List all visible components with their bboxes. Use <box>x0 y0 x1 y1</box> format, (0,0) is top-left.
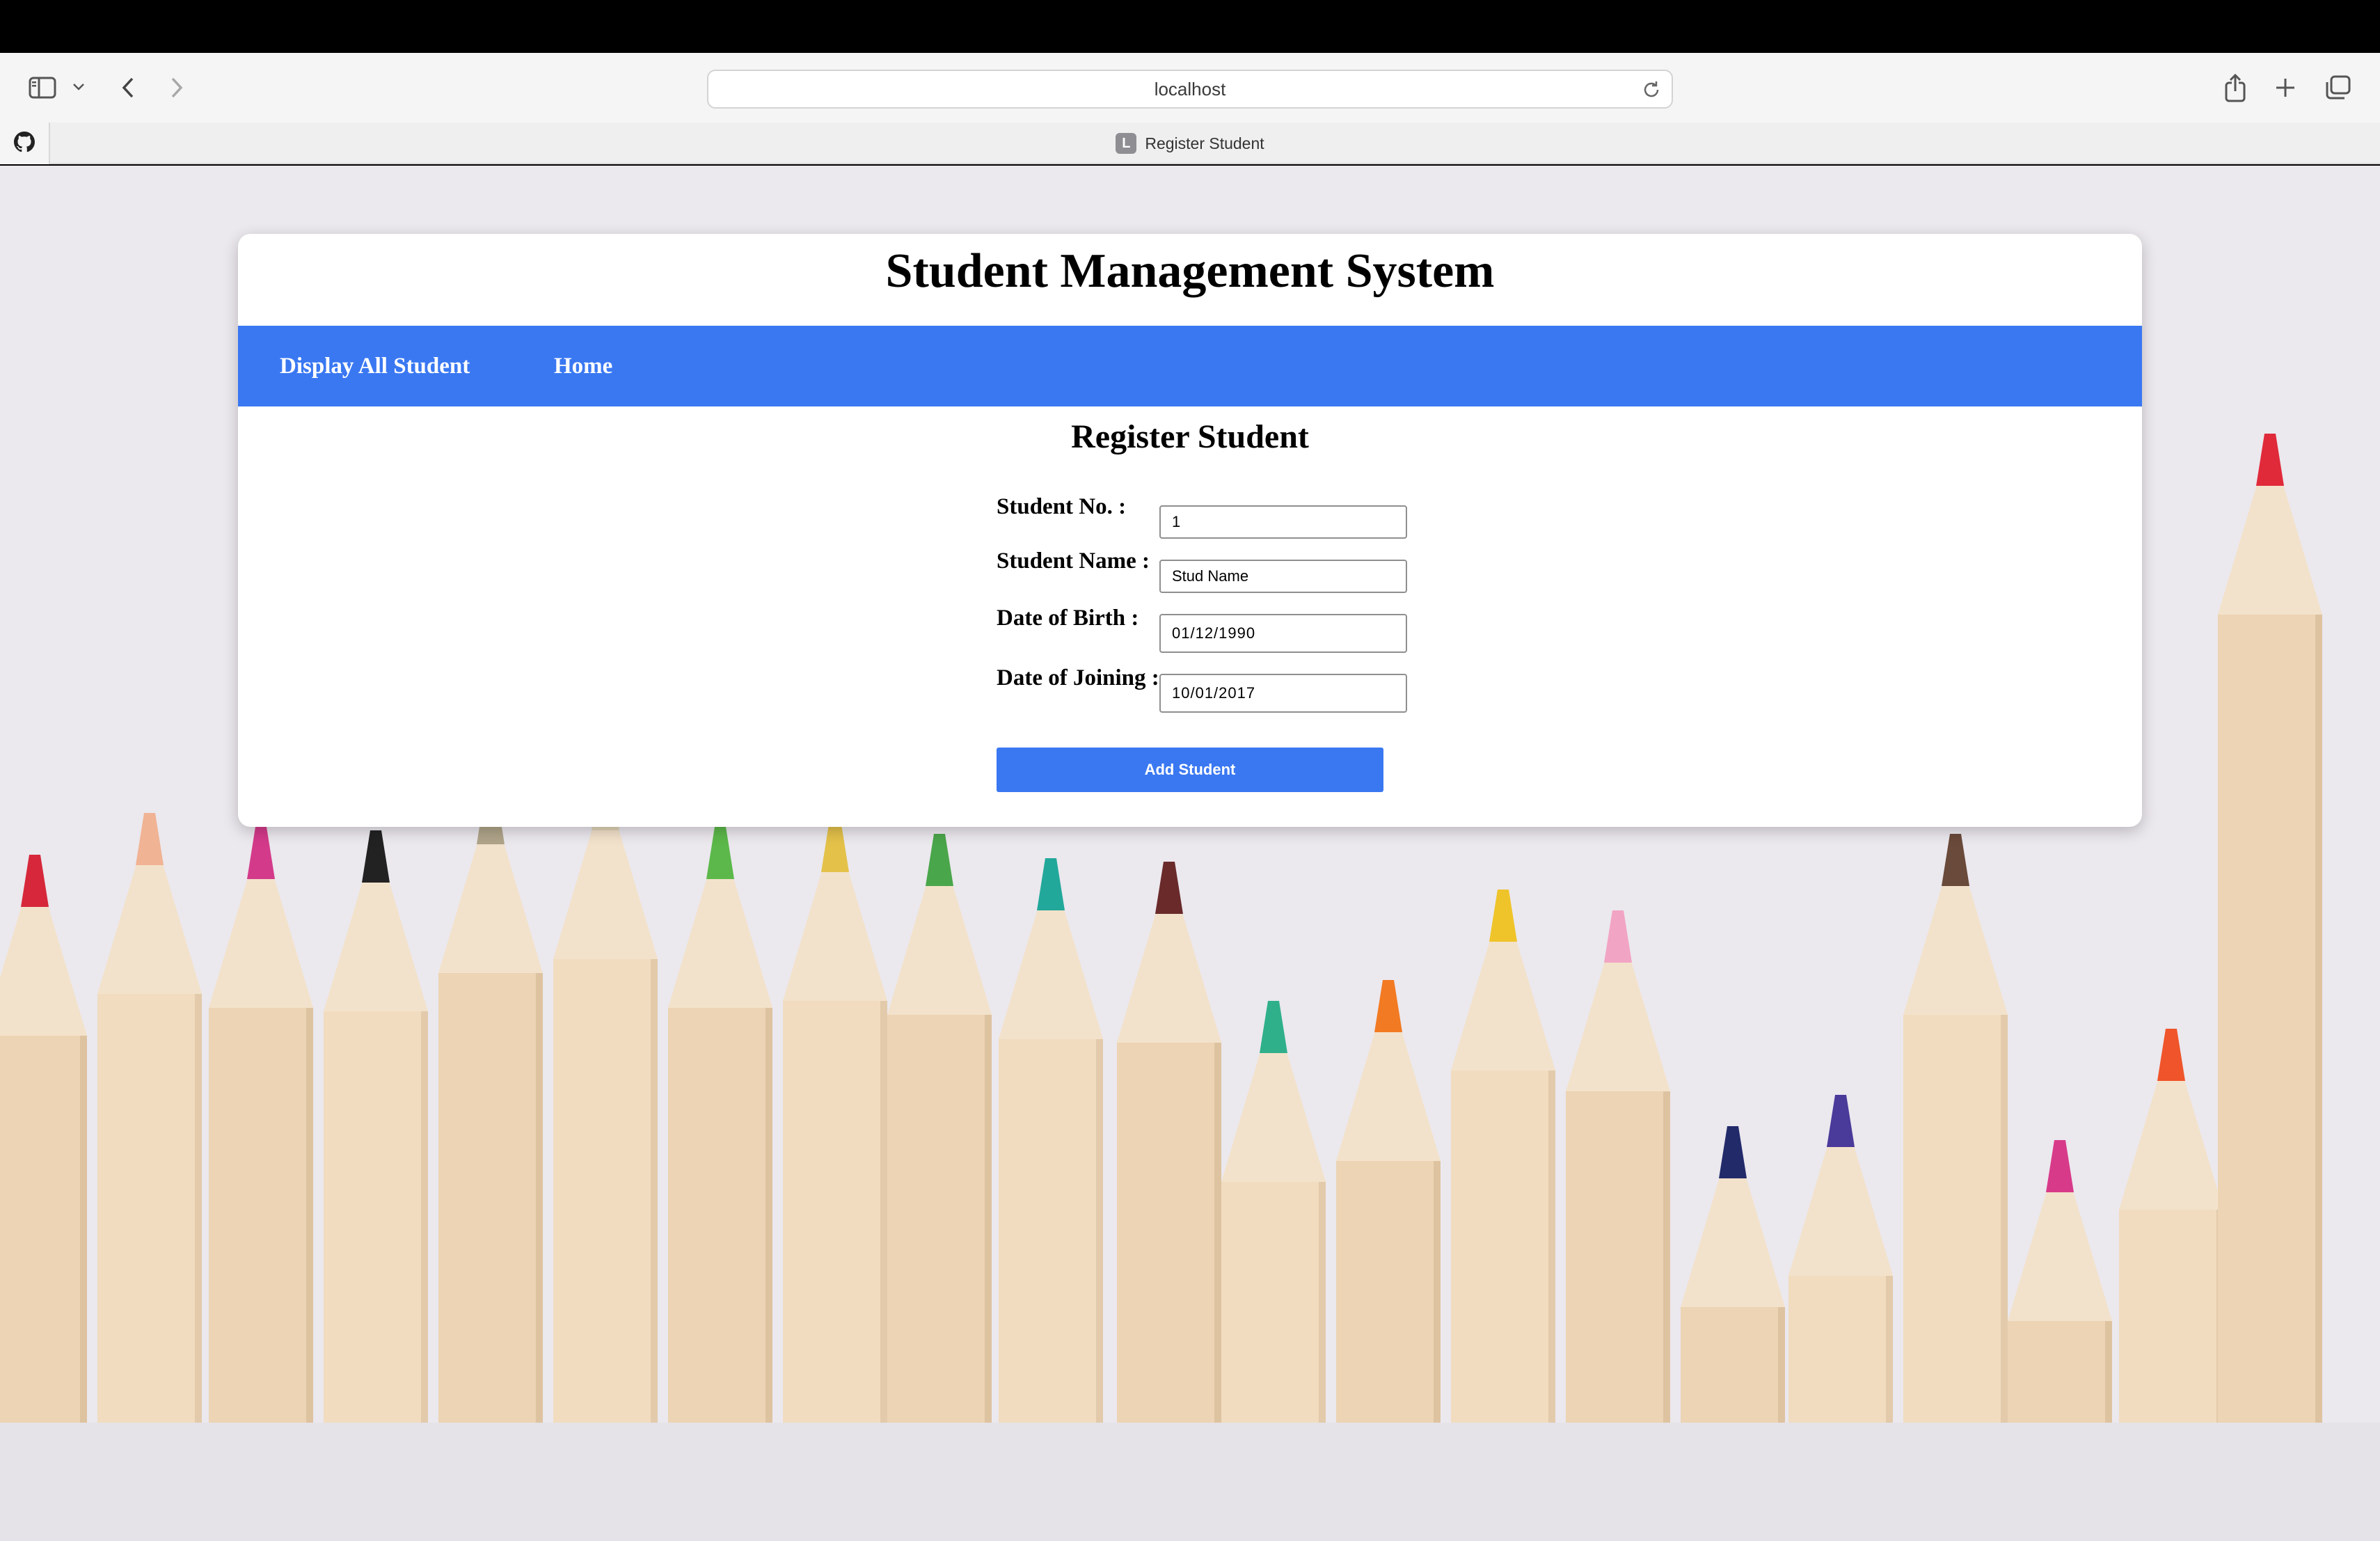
student-no-label: Student No. : <box>997 494 1127 519</box>
main-card: Student Management System Display All St… <box>238 234 2142 827</box>
date-of-joining-label: Date of Joining : <box>997 665 1159 690</box>
pencil <box>97 813 202 1423</box>
pencil <box>1681 1126 1785 1423</box>
pencil <box>1336 980 1441 1423</box>
navbar: Display All Student Home <box>238 326 2142 406</box>
page-bottom-area <box>0 1423 2380 1541</box>
tab-favicon: L <box>1116 133 1137 154</box>
pencil <box>0 855 87 1423</box>
date-of-birth-input[interactable]: 01/12/1990 <box>1159 614 1407 653</box>
nav-display-all-student[interactable]: Display All Student <box>280 326 470 406</box>
pencil <box>999 858 1103 1423</box>
pencil <box>209 827 313 1423</box>
nav-home[interactable]: Home <box>554 326 612 406</box>
tab-register-student[interactable]: L Register Student <box>1086 123 1294 164</box>
share-icon[interactable] <box>2220 71 2251 104</box>
pencil <box>783 820 887 1423</box>
date-of-birth-label: Date of Birth : <box>997 606 1139 631</box>
student-name-label: Student Name : <box>997 548 1150 574</box>
new-tab-icon[interactable] <box>2270 72 2301 103</box>
pencil <box>2119 1029 2223 1423</box>
url-text: localhost <box>1154 78 1226 100</box>
pinned-tab[interactable] <box>0 123 50 164</box>
pencil <box>1566 910 1670 1423</box>
pencil <box>887 834 992 1423</box>
tab-title: Register Student <box>1145 134 1264 152</box>
app-title: Student Management System <box>885 244 1495 298</box>
address-bar[interactable]: localhost <box>707 70 1673 109</box>
form-title: Register Student <box>1071 418 1309 455</box>
github-icon <box>14 131 35 156</box>
pencil <box>438 792 543 1423</box>
pencil <box>553 778 658 1423</box>
pencil <box>2218 434 2322 1423</box>
pencil <box>1788 1095 1893 1423</box>
pencil <box>1221 1001 1326 1423</box>
student-no-input[interactable]: 1 <box>1159 505 1407 539</box>
page-viewport: Student Management System Display All St… <box>0 166 2380 1541</box>
student-name-input[interactable]: Stud Name <box>1159 560 1407 593</box>
screen-top-bar <box>0 0 2380 53</box>
forward-icon[interactable] <box>166 72 188 103</box>
pencil <box>1451 890 1555 1423</box>
tab-overview-icon[interactable] <box>2322 72 2354 103</box>
add-student-button[interactable]: Add Student <box>997 748 1383 792</box>
chevron-down-icon[interactable] <box>70 78 88 96</box>
pencil <box>1117 862 1221 1423</box>
date-of-joining-input[interactable]: 10/01/2017 <box>1159 674 1407 713</box>
browser-toolbar: localhost <box>0 53 2380 123</box>
sidebar-toggle-icon[interactable] <box>26 74 58 102</box>
pencil <box>2008 1140 2112 1423</box>
pencil <box>324 830 428 1423</box>
reload-icon[interactable] <box>1641 79 1662 100</box>
pencil <box>668 827 772 1423</box>
back-icon[interactable] <box>117 72 139 103</box>
pencil <box>1903 834 2008 1423</box>
